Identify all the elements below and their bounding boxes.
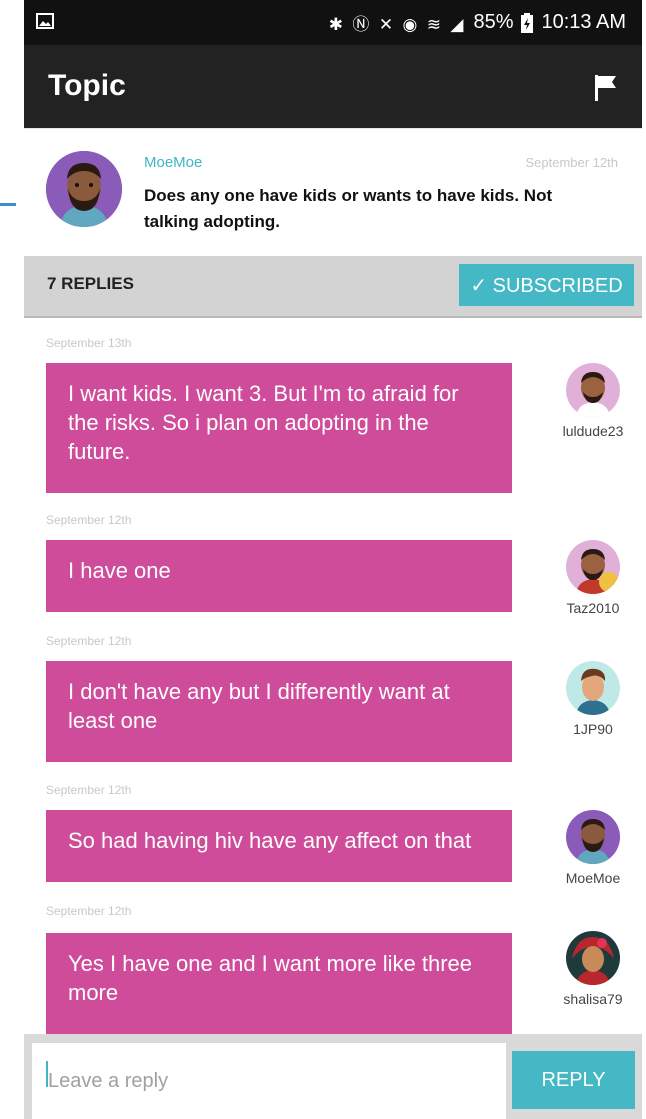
wifi-icon: ≋ bbox=[426, 15, 443, 35]
message-username: Taz2010 bbox=[566, 600, 620, 616]
flag-icon[interactable] bbox=[594, 75, 618, 101]
signal-icon: ◢ bbox=[450, 15, 466, 35]
status-bar: ✱ Ⓝ ✕ ◉ ≋ ◢ 85% 10:13 AM bbox=[24, 0, 642, 45]
message-user[interactable]: luldude23 bbox=[544, 363, 642, 439]
message-date: September 12th bbox=[46, 513, 132, 527]
text-cursor bbox=[46, 1061, 48, 1087]
replies-count: 7 REPLIES bbox=[47, 274, 134, 293]
alarm-icon: ◉ bbox=[402, 15, 420, 35]
person-avatar-icon bbox=[46, 151, 122, 227]
message-bubble: So had having hiv have any affect on tha… bbox=[46, 810, 512, 882]
message-user[interactable]: Taz2010 bbox=[544, 540, 642, 616]
topic-date: September 12th bbox=[525, 155, 618, 170]
topic-text: Does any one have kids or wants to have … bbox=[144, 186, 553, 231]
person-avatar-icon bbox=[566, 810, 620, 864]
status-icons: ✱ Ⓝ ✕ ◉ ≋ ◢ 85% 10:13 AM bbox=[329, 0, 626, 45]
reply-button[interactable]: REPLY bbox=[512, 1051, 635, 1109]
message-user[interactable]: shalisa79 bbox=[544, 931, 642, 1007]
avatar[interactable] bbox=[46, 151, 122, 227]
nfc-icon: Ⓝ bbox=[352, 15, 372, 35]
page-title: Topic bbox=[48, 69, 126, 102]
subscribed-button[interactable]: ✓ SUBSCRIBED bbox=[459, 264, 634, 306]
person-avatar-icon bbox=[566, 931, 620, 985]
status-glyphs: ✱ Ⓝ ✕ ◉ ≋ ◢ bbox=[329, 10, 466, 35]
battery-icon bbox=[521, 12, 534, 33]
message-user[interactable]: 1JP90 bbox=[544, 661, 642, 737]
topic-author[interactable]: MoeMoe bbox=[144, 154, 202, 171]
reply-input[interactable] bbox=[32, 1043, 506, 1119]
image-icon bbox=[36, 13, 54, 29]
message-date: September 12th bbox=[46, 783, 132, 797]
clock: 10:13 AM bbox=[541, 11, 626, 33]
message-bubble: I have one bbox=[46, 540, 512, 612]
reply-bar: REPLY bbox=[24, 1034, 642, 1119]
message-bubble: Yes I have one and I want more like thre… bbox=[46, 933, 512, 1034]
message-username: 1JP90 bbox=[573, 721, 613, 737]
phone-screen: ✱ Ⓝ ✕ ◉ ≋ ◢ 85% 10:13 AM Topic MoeMoe Se… bbox=[24, 0, 642, 1119]
message-username: MoeMoe bbox=[565, 870, 621, 886]
topic-header: MoeMoe September 12th Does any one have … bbox=[24, 128, 642, 257]
message-bubble: I don't have any but I differently want … bbox=[46, 661, 512, 762]
mute-icon: ✕ bbox=[378, 15, 396, 35]
message-username: luldude23 bbox=[562, 423, 624, 439]
message-user[interactable]: MoeMoe bbox=[544, 810, 642, 886]
person-avatar-icon bbox=[566, 540, 620, 594]
message-list[interactable]: September 13th I want kids. I want 3. Bu… bbox=[24, 318, 642, 1034]
message-username: shalisa79 bbox=[563, 991, 623, 1007]
battery-percent: 85% bbox=[473, 11, 514, 33]
message-date: September 12th bbox=[46, 904, 132, 918]
message-date: September 12th bbox=[46, 634, 132, 648]
app-bar: Topic bbox=[24, 45, 642, 128]
person-avatar-icon bbox=[566, 661, 620, 715]
person-avatar-icon bbox=[566, 363, 620, 417]
message-bubble: I want kids. I want 3. But I'm to afraid… bbox=[46, 363, 512, 493]
bluetooth-icon: ✱ bbox=[328, 15, 345, 35]
replies-bar: 7 REPLIES ✓ SUBSCRIBED bbox=[24, 256, 642, 318]
left-edge-marker bbox=[0, 203, 16, 206]
message-date: September 13th bbox=[46, 336, 132, 350]
